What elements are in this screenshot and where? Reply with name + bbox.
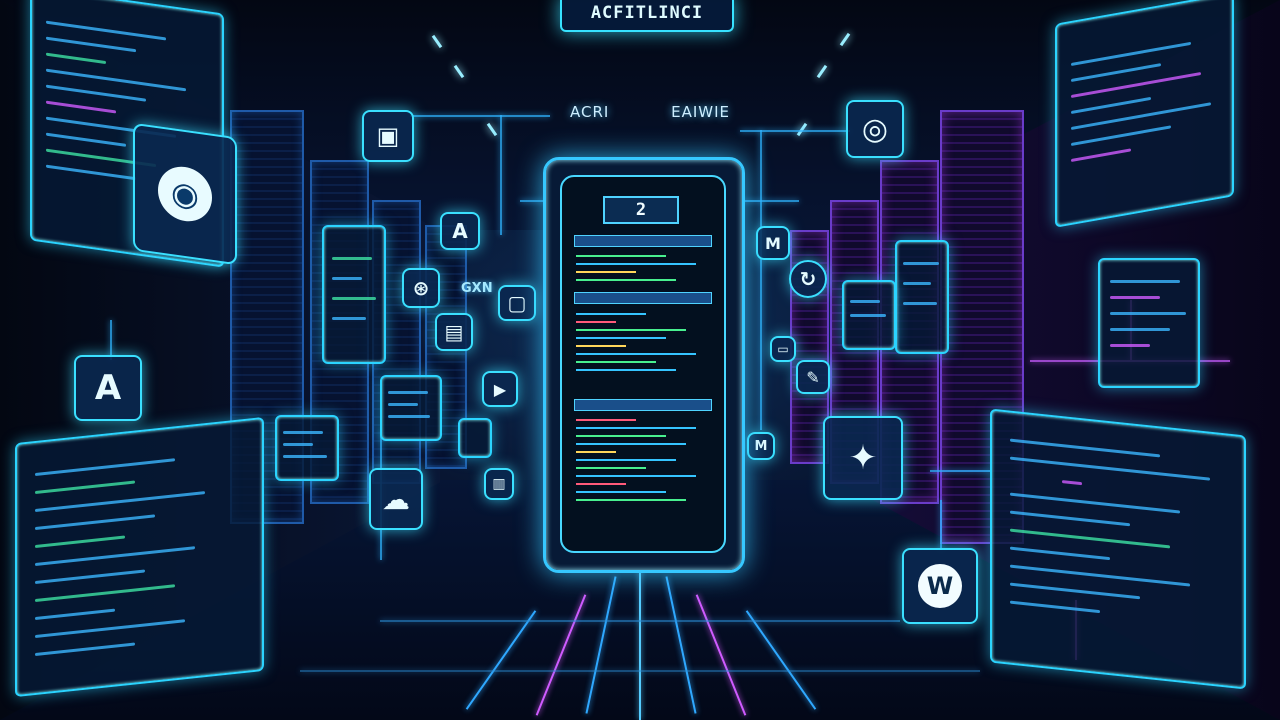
device-counter: 2 <box>603 196 679 224</box>
code-panel-tiny-left <box>458 418 492 458</box>
code-panel-mid-left <box>380 375 442 441</box>
circuit-wire <box>930 470 990 472</box>
refresh-icon[interactable]: ↻ <box>789 260 827 298</box>
letter-a-icon-small[interactable]: A <box>440 212 480 250</box>
floor-light-line <box>380 620 900 622</box>
folder-icon[interactable]: ▤ <box>435 313 473 351</box>
circuit-wire <box>760 130 762 430</box>
network-circle-icon[interactable]: ◉ <box>133 122 237 266</box>
chart-panel-left <box>322 225 386 364</box>
subtitle-sign: ACRI EAIWIE <box>570 100 730 124</box>
w-badge: W <box>918 564 962 608</box>
subtitle-left: ACRI <box>570 103 610 121</box>
media-icon[interactable]: ▶ <box>482 371 518 407</box>
network-node-glyph: ◉ <box>158 163 212 225</box>
chart-icon[interactable]: ▥ <box>484 468 514 500</box>
letter-a-icon-large[interactable]: A <box>74 355 142 421</box>
circuit-wire <box>940 500 942 550</box>
circuit-wire <box>500 115 502 235</box>
cyber-server-corridor-scene: ACFITLINCI ACRI EAIWIE ▣ ◉ A ⊛ GXN ▢ ▤ A… <box>0 0 1280 720</box>
floor-light-line <box>300 670 980 672</box>
cloud-icon[interactable]: ☁ <box>369 468 423 530</box>
code-panel-top-right <box>1055 0 1234 228</box>
subtitle-right: EAIWIE <box>671 103 730 121</box>
box-icon[interactable]: ▭ <box>770 336 796 362</box>
letter-m-icon[interactable]: M <box>756 226 790 260</box>
tag-icon[interactable]: ✎ <box>796 360 830 394</box>
star-icon[interactable]: ✦ <box>823 416 903 500</box>
circuit-wire <box>520 200 545 202</box>
circuit-wire <box>410 115 550 117</box>
circuit-wire <box>739 200 799 202</box>
code-panel-right-mid <box>1098 258 1200 388</box>
circuit-wire <box>110 320 112 360</box>
code-panel-bottom-right <box>990 408 1246 690</box>
floor-light-line <box>639 570 641 720</box>
globe-icon[interactable]: ⊛ <box>402 268 440 308</box>
screen-section-bar <box>574 399 712 411</box>
letter-m-icon-small[interactable]: M <box>747 432 775 460</box>
screen-section-bar <box>574 292 712 304</box>
code-panel-right-small <box>895 240 949 354</box>
circuit-wire <box>740 130 850 132</box>
device-screen <box>560 175 726 553</box>
top-sign-text: ACFITLINCI <box>590 3 704 23</box>
frame-icon[interactable]: ▢ <box>498 285 536 321</box>
gxn-label: GXN <box>461 281 493 296</box>
code-panel-small-left <box>275 415 339 481</box>
clipboard-icon[interactable]: ▣ <box>362 110 414 162</box>
code-panel-bottom-left <box>15 416 264 698</box>
swirl-icon[interactable]: ◎ <box>846 100 904 158</box>
code-panel-right-tiny <box>842 280 896 350</box>
top-sign: ACFITLINCI <box>560 0 734 32</box>
screen-header-bar <box>574 235 712 247</box>
letter-w-icon[interactable]: W <box>902 548 978 624</box>
